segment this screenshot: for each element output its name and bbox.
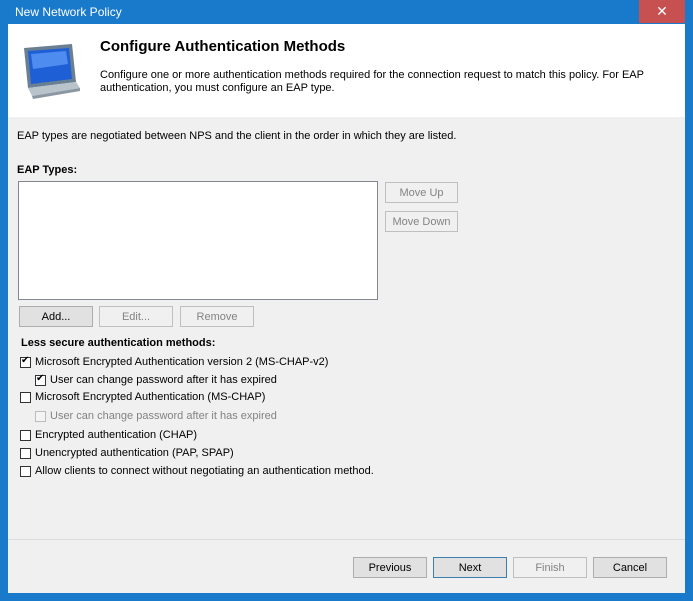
mschap-option[interactable]: Microsoft Encrypted Authentication (MS-C… [20, 389, 265, 405]
wizard-header: Configure Authentication Methods Configu… [8, 24, 685, 117]
intro-text: EAP types are negotiated between NPS and… [17, 130, 457, 142]
mschapv2-change-password-checkbox[interactable] [35, 373, 46, 386]
mschapv2-change-password-label: User can change password after it has ex… [50, 374, 277, 386]
next-button[interactable]: Next [433, 557, 507, 578]
mschap-change-password-checkbox[interactable] [35, 410, 46, 422]
chap-label: Encrypted authentication (CHAP) [35, 429, 198, 441]
mschap-change-password-option[interactable]: User can change password after it has ex… [35, 408, 277, 424]
chap-checkbox[interactable] [20, 429, 31, 441]
edit-button[interactable]: Edit... [99, 306, 173, 327]
chap-option[interactable]: Encrypted authentication (CHAP) [20, 427, 197, 443]
close-icon: ✕ [656, 3, 668, 19]
less-secure-label: Less secure authentication methods: [21, 337, 216, 349]
no-auth-option[interactable]: Allow clients to connect without negotia… [20, 463, 374, 479]
move-down-button[interactable]: Move Down [385, 211, 458, 232]
cancel-button[interactable]: Cancel [593, 557, 667, 578]
mschapv2-option[interactable]: Microsoft Encrypted Authentication versi… [20, 354, 328, 370]
mschap-change-password-label: User can change password after it has ex… [50, 410, 277, 422]
add-button[interactable]: Add... [19, 306, 93, 327]
no-auth-label: Allow clients to connect without negotia… [35, 465, 374, 477]
mschap-label: Microsoft Encrypted Authentication (MS-C… [35, 391, 266, 403]
dialog-window: New Network Policy ✕ Configure Authentic… [0, 0, 693, 601]
mschapv2-change-password-option[interactable]: User can change password after it has ex… [35, 372, 277, 388]
no-auth-checkbox[interactable] [20, 465, 31, 477]
eap-types-label: EAP Types: [17, 164, 78, 176]
mschapv2-checkbox[interactable] [20, 355, 31, 368]
pap-spap-option[interactable]: Unencrypted authentication (PAP, SPAP) [20, 445, 234, 461]
title-bar[interactable]: New Network Policy ✕ [0, 0, 693, 24]
remove-button[interactable]: Remove [180, 306, 254, 327]
window-title: New Network Policy [15, 5, 122, 19]
mschapv2-label: Microsoft Encrypted Authentication versi… [35, 356, 329, 368]
pap-spap-label: Unencrypted authentication (PAP, SPAP) [35, 447, 234, 459]
eap-types-list[interactable] [18, 181, 378, 300]
previous-button[interactable]: Previous [353, 557, 427, 578]
computer-monitor-icon [24, 44, 80, 99]
close-button[interactable]: ✕ [639, 0, 685, 23]
mschap-checkbox[interactable] [20, 391, 31, 403]
dialog-content: Configure Authentication Methods Configu… [8, 24, 685, 593]
move-up-button[interactable]: Move Up [385, 182, 458, 203]
finish-button[interactable]: Finish [513, 557, 587, 578]
pap-spap-checkbox[interactable] [20, 447, 31, 459]
page-description: Configure one or more authentication met… [100, 69, 644, 94]
footer-separator [8, 539, 685, 540]
page-title: Configure Authentication Methods [100, 38, 346, 55]
